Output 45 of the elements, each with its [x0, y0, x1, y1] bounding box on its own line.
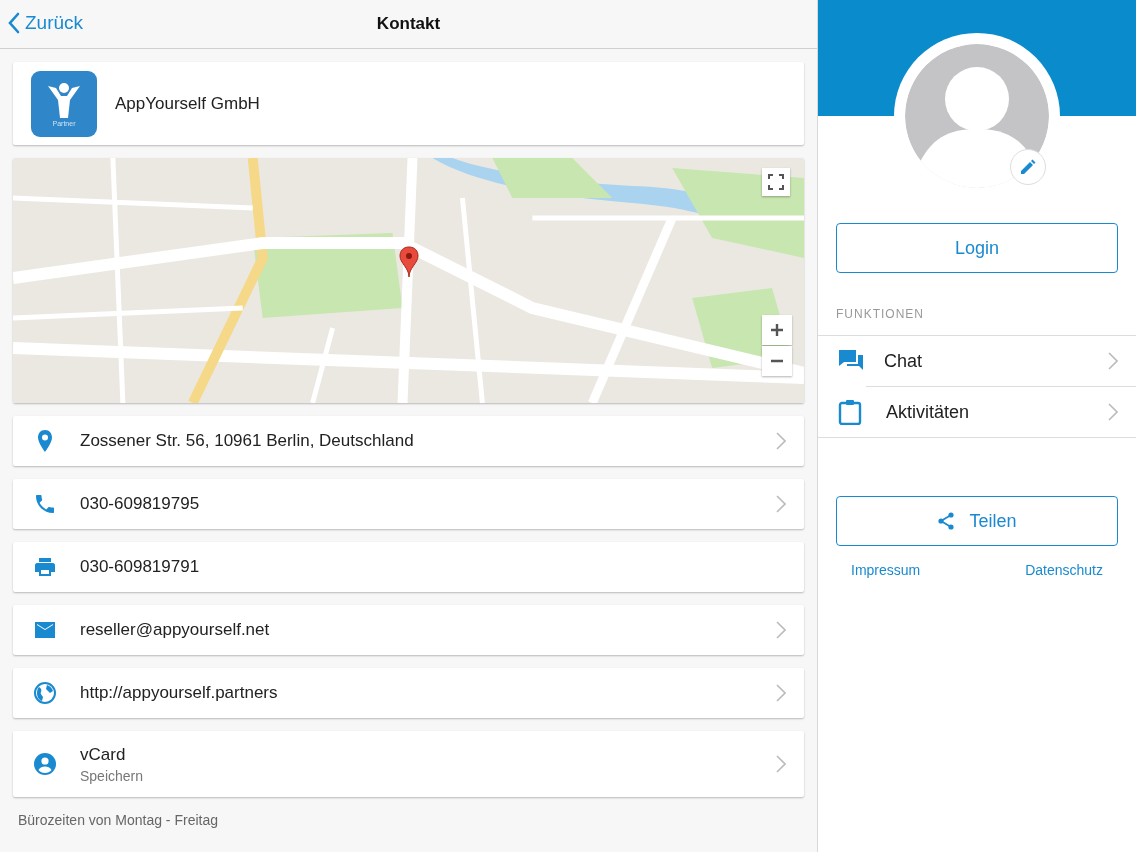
- login-button[interactable]: Login: [836, 223, 1118, 273]
- zoom-in-button[interactable]: [762, 315, 792, 345]
- contact-row[interactable]: vCard Speichern: [13, 731, 804, 797]
- chevron-right-icon: [776, 755, 786, 773]
- fullscreen-button[interactable]: [762, 168, 790, 196]
- printer-icon: [33, 555, 57, 579]
- share-button[interactable]: Teilen: [836, 496, 1118, 546]
- globe-icon: [33, 681, 57, 705]
- zoom-out-button[interactable]: [762, 346, 792, 376]
- contact-row[interactable]: Zossener Str. 56, 10961 Berlin, Deutschland: [13, 416, 804, 466]
- back-button[interactable]: Zurück: [8, 12, 84, 34]
- clipboard-icon: [838, 399, 862, 425]
- chevron-right-icon: [776, 495, 786, 513]
- contact-text: http://appyourself.partners: [80, 683, 279, 703]
- menu-item[interactable]: Chat: [818, 336, 1136, 386]
- chevron-right-icon: [1108, 352, 1118, 370]
- contact-text: vCard: [80, 744, 127, 765]
- contact-row[interactable]: http://appyourself.partners: [13, 668, 804, 718]
- person-icon: [33, 752, 57, 776]
- chevron-right-icon: [776, 684, 786, 702]
- fullscreen-icon: [768, 174, 784, 190]
- contact-text: Zossener Str. 56, 10961 Berlin, Deutschland: [80, 431, 415, 451]
- edit-button[interactable]: [1010, 149, 1046, 185]
- contact-text: 030-609819795: [80, 494, 201, 514]
- menu-item[interactable]: Aktivitäten: [866, 386, 1136, 437]
- footer-link[interactable]: Datenschutz: [1025, 562, 1103, 578]
- phone-icon: [33, 492, 57, 516]
- contact-row[interactable]: reseller@appyourself.net: [13, 605, 804, 655]
- page-title: Kontakt: [376, 14, 441, 34]
- office-hours-note: Bürozeiten von Montag - Freitag: [17, 811, 219, 830]
- chevron-right-icon: [776, 432, 786, 450]
- contact-text: 030-609819791: [80, 557, 201, 577]
- pencil-icon: [1019, 158, 1037, 176]
- chevron-right-icon: [776, 621, 786, 639]
- share-icon: [937, 512, 956, 530]
- contact-row[interactable]: 030-609819795: [13, 479, 804, 529]
- chevron-left-icon: [8, 12, 20, 34]
- section-heading: FUNKTIONEN: [835, 307, 925, 321]
- map-pin-icon: [399, 246, 419, 278]
- contact-text: reseller@appyourself.net: [80, 620, 271, 640]
- footer-link[interactable]: Impressum: [851, 562, 921, 578]
- company-name: AppYourself GmbH: [115, 93, 260, 114]
- contact-subtext: Speichern: [80, 767, 145, 784]
- chevron-right-icon: [1108, 403, 1118, 421]
- plus-icon: [771, 324, 783, 336]
